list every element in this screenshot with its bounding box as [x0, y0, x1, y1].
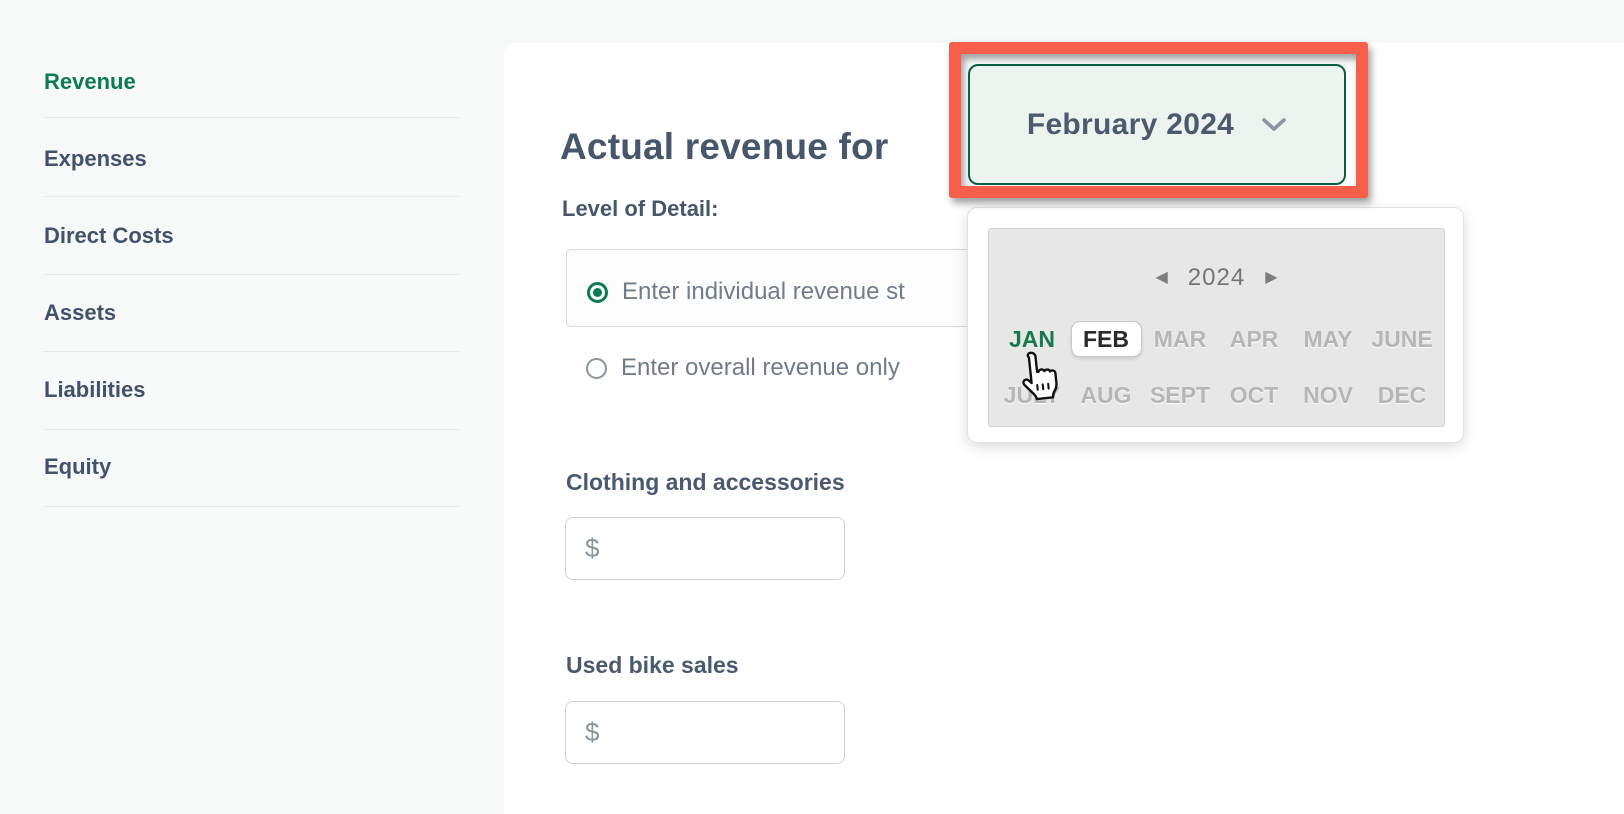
clothing-amount-input[interactable] [565, 517, 845, 580]
sidebar-item-expenses[interactable]: Expenses [44, 146, 147, 172]
sidebar-divider [43, 196, 459, 197]
month-mar: MAR [1153, 325, 1207, 352]
radio-dot [593, 287, 602, 297]
month-grid: JAN FEB MAR APR MAY JUNE JULY AUG SEPT O… [995, 321, 1439, 413]
radio-unselected-icon[interactable] [586, 357, 607, 379]
radio-option-individual[interactable]: Enter individual revenue st [587, 278, 905, 306]
month-nov: NOV [1303, 381, 1353, 408]
sidebar-divider [43, 117, 459, 118]
month-aug: AUG [1080, 381, 1132, 408]
month-feb-selected[interactable]: FEB [1070, 321, 1142, 357]
year-label: 2024 [1187, 264, 1246, 291]
field-label-clothing: Clothing and accessories [566, 469, 845, 495]
sidebar-divider [43, 274, 459, 275]
sidebar-divider [43, 351, 459, 352]
used-bikes-amount-input[interactable] [565, 701, 845, 764]
month-jan[interactable]: JAN [995, 321, 1069, 357]
month-dec: DEC [1377, 381, 1427, 408]
sidebar-item-revenue[interactable]: Revenue [44, 69, 136, 95]
month-oct: OCT [1229, 381, 1279, 408]
radio-option-label: Enter overall revenue only [621, 354, 900, 381]
month-dropdown-button[interactable]: February 2024 [968, 64, 1346, 185]
month-feb-wrap: FEB [1069, 321, 1143, 357]
revenue-entry-page: Revenue Expenses Direct Costs Assets Lia… [0, 0, 1624, 814]
next-year-icon[interactable]: ▶ [1265, 270, 1277, 286]
month-apr: APR [1229, 325, 1279, 352]
field-label-used-bikes: Used bike sales [566, 652, 739, 678]
sidebar-divider [43, 429, 459, 430]
month-july: JULY [1003, 381, 1061, 408]
radio-option-label: Enter individual revenue st [622, 278, 905, 305]
sidebar-item-equity[interactable]: Equity [44, 454, 111, 480]
previous-year-icon[interactable]: ◀ [1155, 270, 1167, 286]
month-may: MAY [1303, 325, 1353, 352]
sidebar-item-direct-costs[interactable]: Direct Costs [44, 223, 174, 249]
chevron-down-icon [1262, 117, 1286, 131]
month-june: JUNE [1371, 325, 1433, 352]
month-sept: SEPT [1149, 381, 1211, 408]
year-navigation: ◀ 2024 ▶ [988, 264, 1445, 292]
page-title: Actual revenue for [560, 125, 889, 167]
level-of-detail-label: Level of Detail: [562, 196, 719, 221]
sidebar-item-liabilities[interactable]: Liabilities [44, 377, 145, 403]
sidebar-item-assets[interactable]: Assets [44, 300, 116, 326]
sidebar-divider [43, 506, 459, 507]
radio-selected-icon[interactable] [587, 281, 608, 303]
month-dropdown-label: February 2024 [1026, 107, 1235, 141]
radio-option-overall[interactable]: Enter overall revenue only [586, 354, 900, 382]
